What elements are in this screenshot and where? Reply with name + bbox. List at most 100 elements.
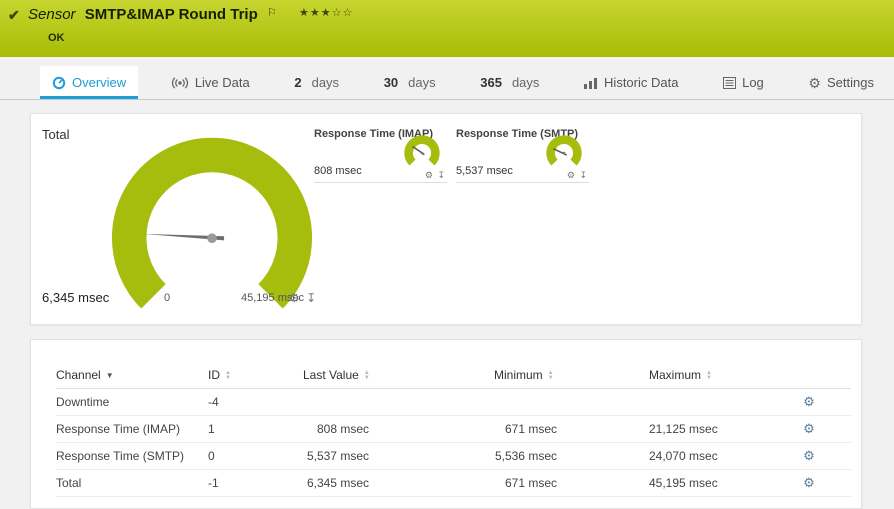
column-header-label: Minimum <box>494 368 543 382</box>
channel-name-cell[interactable]: Response Time (IMAP) <box>56 422 208 436</box>
sort-desc-icon: ▼ <box>105 371 114 381</box>
channel-minimum-cell: 5,536 msec <box>494 449 557 463</box>
channel-id-cell: 1 <box>208 422 215 436</box>
star-filled-icon[interactable]: ★ <box>321 7 332 19</box>
channel-maximum-cell: 24,070 msec <box>649 449 718 463</box>
priority-flag-icon[interactable]: ⚐ <box>267 6 277 19</box>
tab-label: Settings <box>826 75 874 90</box>
tab-day-word: days <box>311 75 340 90</box>
gauge-download-icon[interactable]: ↧ <box>306 291 316 305</box>
settings-gear-icon: ⚙ <box>808 74 821 91</box>
column-header-maximum[interactable]: Maximum ▲ ▼ <box>649 368 714 382</box>
sort-both-icon: ▲ ▼ <box>547 369 554 381</box>
total-gauge-value: 6,345 msec <box>42 290 110 305</box>
tab-label: Log <box>742 75 764 90</box>
total-gauge <box>111 137 313 309</box>
tab-live-data[interactable]: Live Data <box>159 66 262 99</box>
sort-both-icon: ▲ ▼ <box>225 369 231 381</box>
tab-2-days[interactable]: 2 days <box>282 66 351 99</box>
column-header-label: Last Value <box>303 368 359 382</box>
channel-settings-gear-icon[interactable]: ⚙ <box>794 394 824 410</box>
gauge-download-icon[interactable]: ↧ <box>437 170 445 180</box>
star-filled-icon[interactable]: ★ <box>299 7 310 19</box>
smtp-gauge-actions: ⚙ ↧ <box>565 170 587 181</box>
gauges-panel: Total 6,345 msec 0 45,195 msec ⚙ ↧ Respo… <box>30 113 862 325</box>
tab-day-count: 2 <box>294 75 302 90</box>
channel-settings-gear-icon[interactable]: ⚙ <box>794 448 824 464</box>
tab-day-count: 30 <box>383 75 399 90</box>
channel-settings-gear-icon[interactable]: ⚙ <box>794 475 824 491</box>
channel-minimum-cell: 671 msec <box>504 422 557 436</box>
tab-log[interactable]: Log <box>711 66 776 99</box>
channel-settings-gear-icon[interactable]: ⚙ <box>794 421 824 437</box>
sort-both-icon: ▲ ▼ <box>363 369 370 381</box>
tab-30-days[interactable]: 30 days <box>372 66 448 99</box>
tab-label: Live Data <box>194 75 250 90</box>
overview-gauge-icon <box>52 76 66 89</box>
table-row: Downtime -4 ⚙ <box>56 389 851 416</box>
column-header-label: ID <box>208 368 220 382</box>
channel-name-cell[interactable]: Downtime <box>56 395 208 409</box>
channel-id-cell: -1 <box>208 476 219 490</box>
total-gauge-label: Total <box>42 127 70 142</box>
channel-last-value-cell: 6,345 msec <box>306 476 369 490</box>
imap-gauge-actions: ⚙ ↧ <box>423 170 445 181</box>
table-row: Response Time (IMAP) 1 808 msec 671 msec… <box>56 416 851 443</box>
prtg-sensor-page: ✔ Sensor SMTP&IMAP Round Trip ⚐ ★★★☆☆ OK… <box>0 0 894 509</box>
table-header-row: Channel ▼ ID ▲ ▼ Last Value ▲ ▼ Minimum ▲ ▼ Max… <box>56 362 851 389</box>
status-ok-check-icon: ✔ <box>8 7 20 23</box>
channel-maximum-cell: 21,125 msec <box>649 422 718 436</box>
tab-365-days[interactable]: 365 days <box>468 66 551 99</box>
star-empty-icon[interactable]: ☆ <box>332 7 343 19</box>
channel-table: Channel ▼ ID ▲ ▼ Last Value ▲ ▼ Minimum ▲ ▼ Max… <box>56 362 851 497</box>
column-header-label: Channel <box>56 368 101 382</box>
smtp-gauge-panel: Response Time (SMTP) 5,537 msec ⚙ ↧ <box>456 128 589 183</box>
star-rating[interactable]: ★★★☆☆ <box>299 6 353 19</box>
imap-gauge-value: 808 msec <box>314 165 362 177</box>
imap-gauge-panel: Response Time (IMAP) 808 msec ⚙ ↧ <box>314 128 447 183</box>
sensor-type-label: Sensor <box>28 6 76 23</box>
channel-id-cell: -4 <box>208 395 219 409</box>
channel-minimum-cell: 671 msec <box>504 476 557 490</box>
sensor-header: ✔ Sensor SMTP&IMAP Round Trip ⚐ ★★★☆☆ OK <box>0 0 894 57</box>
column-header-label: Maximum <box>649 368 702 382</box>
tab-day-word: days <box>408 75 436 90</box>
log-list-icon <box>723 76 737 89</box>
gauge-settings-gear-icon[interactable]: ⚙ <box>425 170 433 180</box>
sort-both-icon: ▲ ▼ <box>706 369 712 381</box>
star-filled-icon[interactable]: ★ <box>310 7 321 19</box>
tab-label: Overview <box>72 75 127 90</box>
tab-settings[interactable]: ⚙ Settings <box>796 66 886 99</box>
sensor-title-line: Sensor SMTP&IMAP Round Trip ⚐ ★★★☆☆ <box>28 6 353 23</box>
star-empty-icon[interactable]: ☆ <box>342 7 353 19</box>
column-header-last-value[interactable]: Last Value ▲ ▼ <box>303 368 370 382</box>
channel-last-value-cell: 5,537 msec <box>306 449 369 463</box>
total-gauge-actions: ⚙ ↧ <box>289 291 319 305</box>
historic-data-chart-icon <box>584 77 598 89</box>
gauge-settings-gear-icon[interactable]: ⚙ <box>567 170 575 180</box>
gauge-download-icon[interactable]: ↧ <box>579 170 587 180</box>
channel-name-cell[interactable]: Response Time (SMTP) <box>56 449 208 463</box>
column-header-channel[interactable]: Channel ▼ <box>56 368 208 382</box>
column-header-minimum[interactable]: Minimum ▲ ▼ <box>494 368 557 382</box>
gauge-settings-gear-icon[interactable]: ⚙ <box>289 291 300 305</box>
channel-last-value-cell: 808 msec <box>316 422 369 436</box>
channels-panel: Channel ▼ ID ▲ ▼ Last Value ▲ ▼ Minimum ▲ ▼ Max… <box>30 339 862 509</box>
tab-day-count: 365 <box>480 75 502 90</box>
tab-bar: Overview Live Data 2 days 30 days 365 days <box>0 66 894 100</box>
gauge-scale-min: 0 <box>164 292 171 304</box>
tab-historic-data[interactable]: Historic Data <box>572 66 690 99</box>
tab-day-word: days <box>511 75 540 90</box>
table-row: Response Time (SMTP) 0 5,537 msec 5,536 … <box>56 443 851 470</box>
channel-table-body: Downtime -4 ⚙ Response Time (IMAP) 1 808… <box>56 389 851 497</box>
channel-maximum-cell: 45,195 msec <box>649 476 718 490</box>
status-badge: OK <box>48 32 65 44</box>
live-data-broadcast-icon <box>171 77 188 88</box>
tab-overview[interactable]: Overview <box>40 66 139 99</box>
smtp-gauge-value: 5,537 msec <box>456 165 513 177</box>
column-header-id[interactable]: ID ▲ ▼ <box>208 368 303 382</box>
channel-id-cell: 0 <box>208 449 215 463</box>
channel-name-cell[interactable]: Total <box>56 476 208 490</box>
tab-label: Historic Data <box>604 75 679 90</box>
page-title: SMTP&IMAP Round Trip <box>84 6 258 23</box>
